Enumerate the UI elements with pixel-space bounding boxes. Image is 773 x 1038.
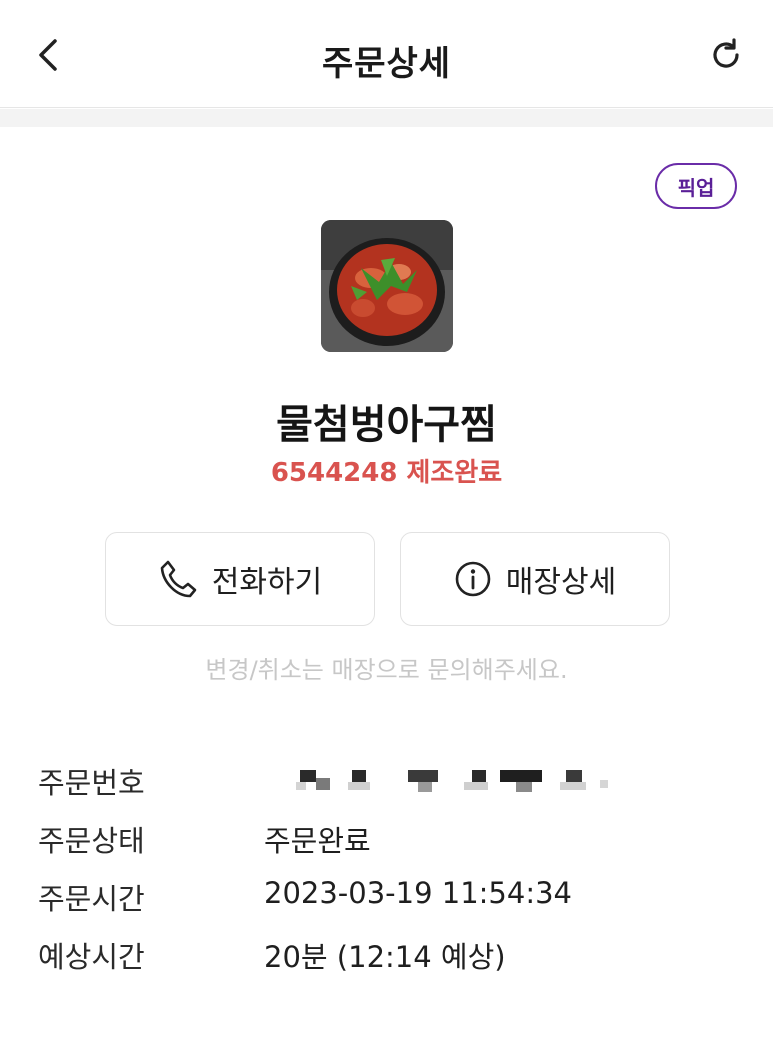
refresh-icon <box>713 38 739 68</box>
section-divider <box>0 109 773 127</box>
order-status-text: 6544248 제조완료 <box>270 458 503 488</box>
estimated-time-row: 예상시간 20분 (12:14 예상) <box>38 934 738 974</box>
order-time-label: 주문시간 <box>38 882 145 916</box>
order-time-value: 2023-03-19 11:54:34 <box>264 876 572 910</box>
store-image <box>321 220 453 352</box>
order-status-label: 주문상태 <box>38 824 145 858</box>
info-icon <box>455 561 491 597</box>
store-detail-button[interactable]: 매장상세 <box>400 532 670 626</box>
store-detail-button-label: 매장상세 <box>505 565 617 600</box>
order-number-label: 주문번호 <box>38 766 145 800</box>
refresh-button[interactable] <box>701 30 751 80</box>
pickup-badge: 픽업 <box>655 163 737 209</box>
order-status-row: 주문상태 주문완료 <box>38 818 738 858</box>
page-title: 주문상세 <box>321 44 452 84</box>
store-name: 물첨벙아구찜 <box>276 402 497 448</box>
call-button[interactable]: 전화하기 <box>105 532 375 626</box>
phone-icon <box>160 560 197 598</box>
masked-order-number <box>260 766 620 794</box>
call-button-label: 전화하기 <box>211 565 323 600</box>
order-number-row: 주문번호 <box>38 760 738 800</box>
order-status-value: 주문완료 <box>264 824 371 858</box>
order-time-row: 주문시간 2023-03-19 11:54:34 <box>38 876 738 916</box>
app-header: 주문상세 <box>0 0 773 108</box>
estimated-time-value: 20분 (12:14 예상) <box>264 940 506 974</box>
estimated-time-label: 예상시간 <box>38 940 145 974</box>
cancel-notice: 변경/취소는 매장으로 문의해주세요. <box>205 656 568 684</box>
